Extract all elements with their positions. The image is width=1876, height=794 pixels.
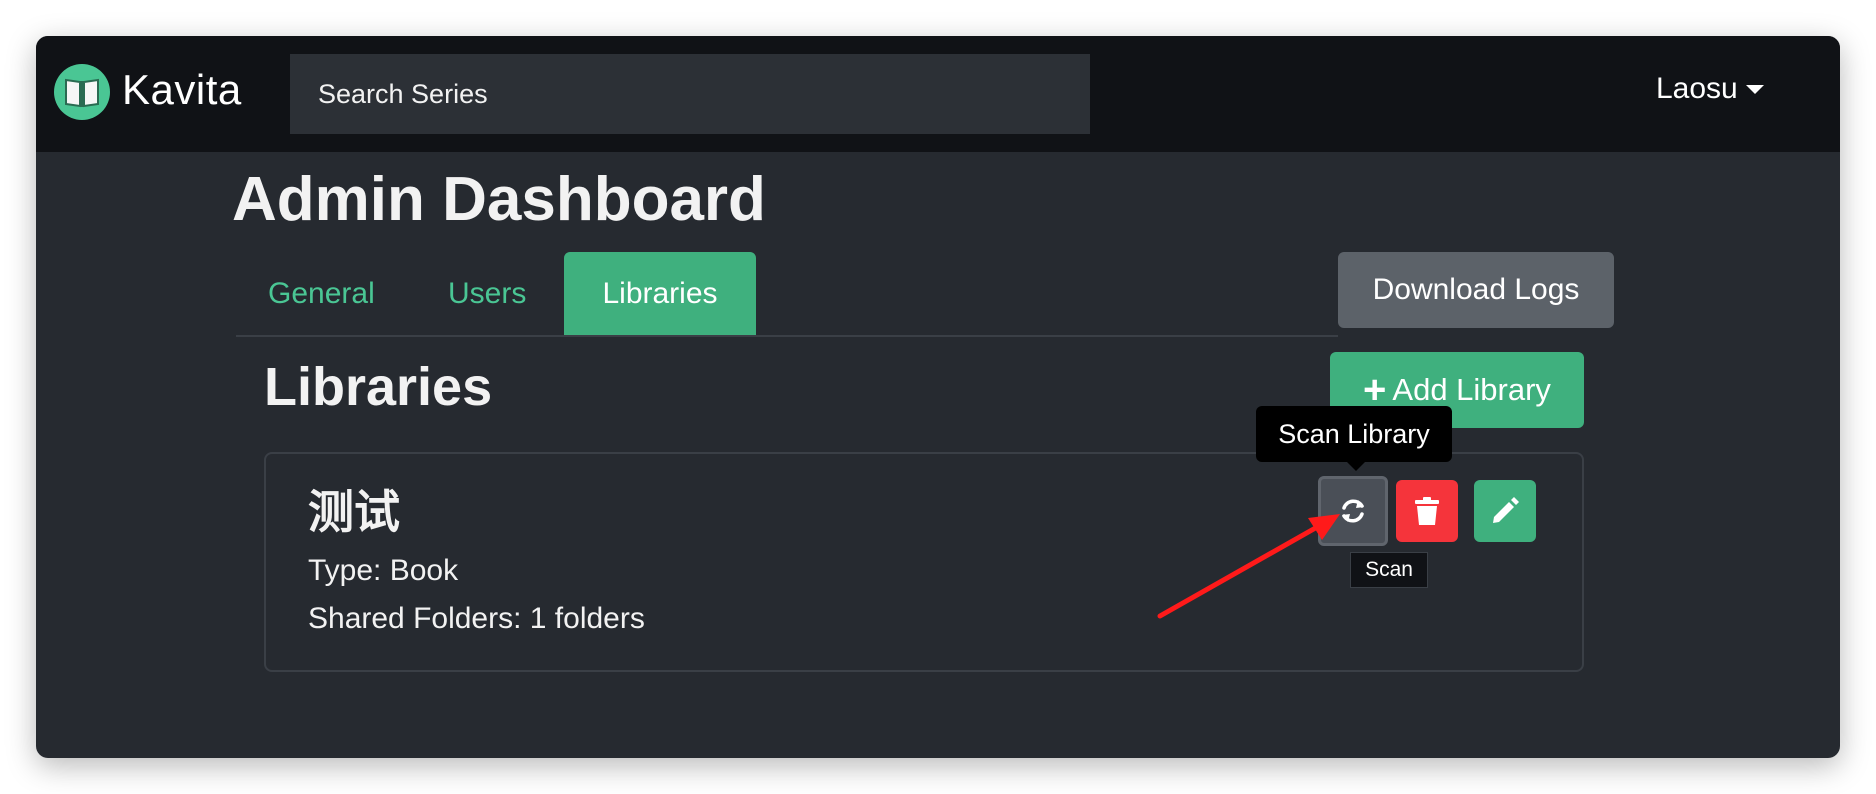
libraries-heading: Libraries <box>264 357 493 417</box>
user-menu[interactable]: Laosu <box>1656 72 1764 106</box>
trash-icon <box>1415 497 1439 525</box>
plus-icon: + <box>1363 368 1387 412</box>
scan-library-tooltip: Scan Library <box>1256 406 1452 462</box>
tabs-divider <box>236 335 1338 337</box>
tab-general[interactable]: General <box>268 252 375 336</box>
tooltip-arrow <box>1347 462 1365 471</box>
search-input[interactable] <box>290 54 1090 134</box>
caret-down-icon <box>1745 84 1764 94</box>
library-folders: Shared Folders: 1 folders <box>308 602 645 635</box>
download-logs-button[interactable]: Download Logs <box>1338 252 1614 328</box>
page-title: Admin Dashboard <box>232 165 766 234</box>
library-type: Type: Book <box>308 554 459 587</box>
user-name: Laosu <box>1656 72 1738 105</box>
brand-name[interactable]: Kavita <box>122 66 242 114</box>
tab-users[interactable]: Users <box>448 252 526 336</box>
scan-tooltip: Scan <box>1350 552 1428 588</box>
library-name[interactable]: 测试 <box>308 476 400 542</box>
add-library-label: Add Library <box>1392 372 1551 407</box>
app-window: Kavita Laosu Admin Dashboard General Use… <box>36 36 1840 758</box>
pencil-icon <box>1493 497 1519 523</box>
delete-library-button[interactable] <box>1396 480 1458 542</box>
book-icon[interactable] <box>54 64 110 120</box>
edit-library-button[interactable] <box>1474 480 1536 542</box>
annotation-arrow-icon <box>1157 514 1340 619</box>
tab-libraries[interactable]: Libraries <box>564 252 756 336</box>
top-navbar: Kavita Laosu <box>36 36 1840 152</box>
